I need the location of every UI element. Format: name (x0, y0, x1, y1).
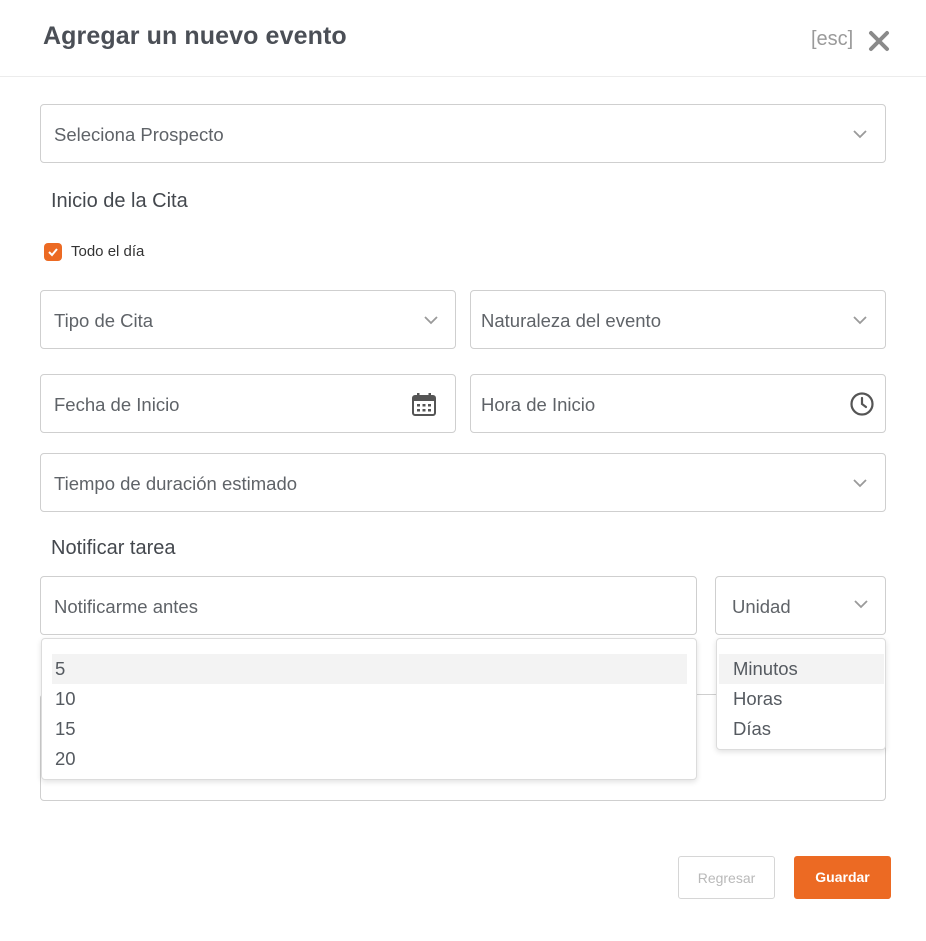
prospect-select[interactable]: Seleciona Prospecto (40, 104, 886, 163)
clock-icon[interactable] (849, 391, 875, 417)
start-date-placeholder: Fecha de Inicio (54, 394, 180, 415)
chevron-down-icon (852, 126, 868, 142)
notify-option-15[interactable]: 15 (52, 714, 687, 744)
duration-select[interactable]: Tiempo de duración estimado (40, 453, 886, 512)
notify-before-select[interactable]: Notificarme antes (40, 576, 697, 635)
modal-header: Agregar un nuevo evento [esc] (0, 0, 926, 77)
start-section-title: Inicio de la Cita (51, 190, 188, 212)
chevron-down-icon (852, 312, 868, 328)
notify-option-20[interactable]: 20 (52, 744, 687, 774)
start-time-placeholder: Hora de Inicio (481, 394, 596, 415)
notify-before-dropdown: 5 10 15 20 (41, 638, 697, 780)
all-day-label: Todo el día (71, 243, 145, 260)
event-nature-placeholder: Naturaleza del evento (481, 310, 661, 331)
esc-hint: [esc] (811, 28, 854, 50)
chevron-down-icon (423, 312, 439, 328)
unit-option-minutos[interactable]: Minutos (719, 654, 884, 684)
chevron-down-icon (852, 475, 868, 491)
start-date-field[interactable]: Fecha de Inicio (40, 374, 456, 433)
notify-section-title: Notificar tarea (51, 537, 176, 559)
notify-before-placeholder: Notificarme antes (54, 596, 198, 617)
appointment-type-placeholder: Tipo de Cita (54, 310, 154, 331)
unit-dropdown: Minutos Horas Días (716, 638, 886, 750)
notify-option-5[interactable]: 5 (52, 654, 687, 684)
unit-placeholder: Unidad (732, 596, 791, 617)
appointment-type-select[interactable]: Tipo de Cita (40, 290, 456, 349)
duration-placeholder: Tiempo de duración estimado (54, 473, 298, 494)
prospect-select-placeholder: Seleciona Prospecto (54, 124, 224, 145)
event-nature-select[interactable]: Naturaleza del evento (470, 290, 886, 349)
unit-option-horas[interactable]: Horas (719, 684, 884, 714)
close-icon[interactable] (866, 28, 892, 54)
save-button[interactable]: Guardar (794, 856, 891, 899)
check-icon (48, 248, 58, 257)
modal-title: Agregar un nuevo evento (43, 22, 347, 50)
all-day-checkbox[interactable] (44, 243, 62, 261)
unit-select[interactable]: Unidad (715, 576, 886, 635)
notify-option-10[interactable]: 10 (52, 684, 687, 714)
chevron-down-icon (853, 596, 869, 612)
calendar-icon[interactable] (411, 391, 437, 417)
unit-option-dias[interactable]: Días (719, 714, 884, 744)
start-time-field[interactable]: Hora de Inicio (470, 374, 886, 433)
back-button[interactable]: Regresar (678, 856, 775, 899)
